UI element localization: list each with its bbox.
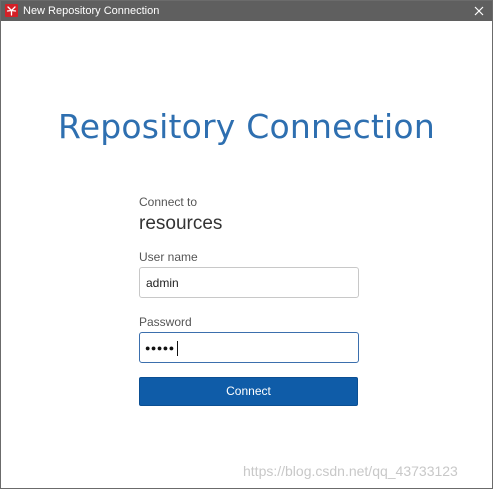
username-input[interactable]: admin (139, 267, 359, 298)
connect-button[interactable]: Connect (139, 377, 358, 406)
username-value: admin (146, 276, 179, 290)
app-logo-icon (5, 4, 18, 17)
watermark-text: https://blog.csdn.net/qq_43733123 (243, 463, 458, 479)
text-caret (177, 341, 178, 356)
window-title: New Repository Connection (23, 5, 160, 17)
password-input[interactable]: ●●●●● (139, 332, 359, 363)
close-icon (474, 6, 484, 16)
close-button[interactable] (466, 1, 492, 21)
password-mask: ●●●●● (145, 343, 175, 353)
password-label: Password (139, 315, 192, 329)
dialog-window: New Repository Connection Repository Con… (0, 0, 493, 489)
connect-to-value: resources (139, 213, 223, 234)
connect-to-label: Connect to (139, 195, 198, 209)
username-label: User name (139, 250, 198, 264)
page-title: Repository Connection (58, 107, 435, 146)
title-bar[interactable]: New Repository Connection (1, 1, 492, 21)
